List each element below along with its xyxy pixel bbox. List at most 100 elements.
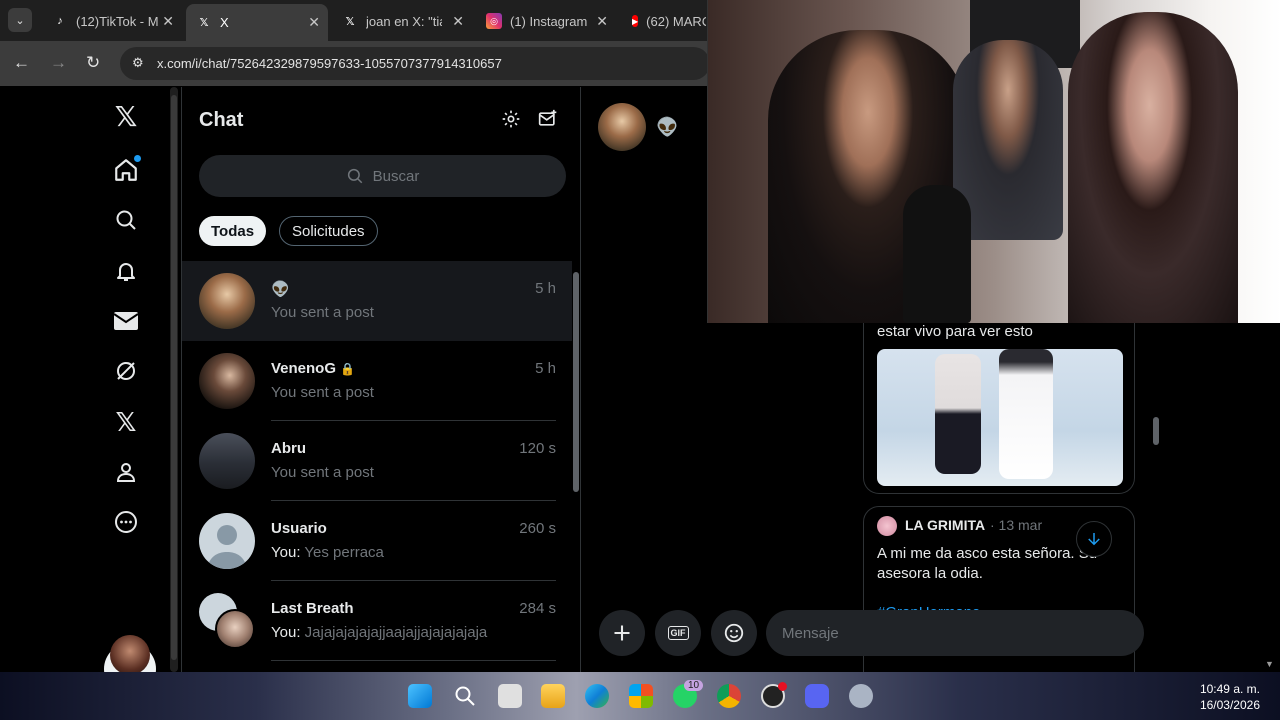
emoji-icon	[724, 623, 744, 643]
conversation-preview: You sent a post	[271, 384, 374, 401]
back-arrow-icon[interactable]: ←	[13, 53, 30, 73]
app-icon[interactable]	[849, 684, 873, 708]
grok-icon[interactable]	[108, 353, 144, 389]
conversation-avatar[interactable]	[598, 103, 646, 151]
nav-scrollbar-thumb[interactable]	[171, 95, 177, 660]
scroll-down-button[interactable]	[1076, 521, 1112, 557]
tab-title: X	[220, 15, 229, 30]
new-message-icon[interactable]	[538, 109, 558, 134]
account-avatar[interactable]	[110, 635, 150, 675]
system-clock[interactable]: 10:49 a. m. 16/03/2026	[1200, 681, 1260, 713]
discord-icon[interactable]	[805, 684, 829, 708]
chat-list-panel: Chat Buscar Todas Solicitudes 👽 5 h You …	[181, 87, 581, 672]
whatsapp-badge: 10	[684, 680, 704, 691]
conversation-row[interactable]: Usuario 260 s You: Yes perraca	[182, 501, 572, 581]
page-title: Chat	[199, 109, 244, 131]
reload-icon[interactable]: ↻	[86, 53, 100, 73]
post-date: · 13 mar	[990, 517, 1043, 533]
video-call-overlay[interactable]	[707, 0, 1280, 323]
avatar	[199, 353, 255, 409]
conversation-time: 260 s	[519, 520, 556, 537]
post-image[interactable]	[877, 349, 1123, 486]
browser-tab-x[interactable]: 𝕏 X ✕	[186, 4, 328, 41]
conversation-row[interactable]: 👽 5 h You sent a post	[182, 261, 572, 341]
bell-icon[interactable]	[108, 253, 144, 289]
video-microphone	[903, 185, 971, 323]
conversation-time: 284 s	[519, 600, 556, 617]
search-icon[interactable]	[108, 202, 144, 238]
gif-button[interactable]: GIF	[655, 610, 701, 656]
conversation-row[interactable]: Abru 120 s You sent a post	[182, 421, 572, 501]
mail-icon[interactable]	[108, 303, 144, 339]
x-logo-icon: 𝕏	[199, 17, 209, 29]
video-person-right	[1068, 12, 1238, 323]
chrome-icon[interactable]	[717, 684, 741, 708]
edge-icon[interactable]	[585, 684, 609, 708]
browser-tab-youtube[interactable]: ▶ (62) MARC	[622, 6, 706, 36]
arrow-down-icon	[1088, 533, 1100, 546]
browser-tab-tiktok[interactable]: ♪ (12)TikTok - M ✕	[42, 6, 182, 36]
close-icon[interactable]: ✕	[162, 13, 174, 30]
emoji-button[interactable]	[711, 610, 757, 656]
plus-icon	[614, 625, 630, 641]
filter-all[interactable]: Todas	[199, 216, 267, 246]
profile-icon[interactable]	[108, 454, 144, 490]
conversation-preview: You sent a post	[271, 464, 374, 481]
clock-time: 10:49 a. m.	[1199, 682, 1260, 696]
search-input[interactable]: Buscar	[199, 155, 566, 197]
group-avatar	[199, 593, 255, 649]
avatar	[199, 273, 255, 329]
more-icon[interactable]	[108, 504, 144, 540]
chat-list-scrollbar[interactable]	[573, 272, 579, 492]
clock-date: 16/03/2026	[1199, 698, 1260, 712]
browser-tab-instagram[interactable]: ◎ (1) Instagram ✕	[476, 6, 616, 36]
conversation-name: Abru	[271, 440, 306, 457]
lock-icon: 🔒	[340, 362, 356, 376]
close-icon[interactable]: ✕	[596, 13, 608, 30]
x-logo-icon[interactable]: 𝕏	[108, 98, 144, 134]
conversation-name: 👽	[271, 281, 290, 298]
author-avatar	[877, 516, 897, 536]
default-avatar-icon	[199, 513, 255, 569]
post-text-line-1: A mi me da asco esta señora. Su	[877, 545, 1098, 562]
message-placeholder: Mensaje	[782, 624, 839, 642]
search-icon	[347, 168, 362, 184]
conversation-row[interactable]: VenenoG 🔒 5 h You sent a post	[182, 341, 572, 421]
home-icon[interactable]	[108, 152, 144, 188]
tab-title: joan en X: "tia	[366, 13, 442, 29]
gif-icon: GIF	[667, 626, 689, 640]
search-icon[interactable]	[453, 684, 477, 708]
message-input[interactable]: Mensaje	[766, 610, 1144, 656]
site-info-icon[interactable]: ⚙	[132, 55, 144, 71]
conversation-preview: You: Yes perraca	[271, 544, 384, 561]
x-logo-icon: 𝕏	[345, 15, 355, 28]
conversation-name: 👽	[656, 117, 679, 137]
divider	[271, 660, 556, 661]
notification-dot	[134, 155, 141, 162]
tab-title: (12)TikTok - M	[76, 13, 159, 29]
add-attachment-button[interactable]	[599, 610, 645, 656]
conversation-row[interactable]: Last Breath 284 s You: Jajajajajajajjaaj…	[182, 581, 572, 661]
conversation-name: Usuario	[271, 520, 327, 537]
store-icon[interactable]	[629, 684, 653, 708]
avatar	[199, 433, 255, 489]
youtube-icon: ▶	[632, 15, 639, 27]
filter-requests[interactable]: Solicitudes	[279, 216, 378, 246]
windows-start-icon[interactable]	[408, 684, 432, 708]
file-explorer-icon[interactable]	[541, 684, 565, 708]
forward-arrow-icon[interactable]: →	[50, 53, 67, 73]
tab-search-button[interactable]: ⌄	[8, 8, 32, 32]
close-icon[interactable]: ✕	[308, 14, 320, 31]
browser-tab-x-post[interactable]: 𝕏 joan en X: "tia ✕	[332, 6, 472, 36]
task-view-icon[interactable]	[498, 684, 522, 708]
url-bar[interactable]: ⚙ x.com/i/chat/752642329879597633-105570…	[120, 47, 710, 80]
premium-x-icon[interactable]: 𝕏	[108, 404, 144, 440]
recording-dot	[778, 682, 787, 691]
conversation-scrollbar[interactable]	[1153, 417, 1159, 445]
gear-icon[interactable]	[501, 109, 521, 134]
scroll-down-arrow-icon[interactable]: ▼	[1265, 659, 1274, 669]
close-icon[interactable]: ✕	[452, 13, 464, 30]
tiktok-icon: ♪	[57, 15, 63, 27]
conversation-time: 5 h	[535, 360, 556, 377]
url-text: x.com/i/chat/752642329879597633-10557073…	[157, 56, 502, 71]
